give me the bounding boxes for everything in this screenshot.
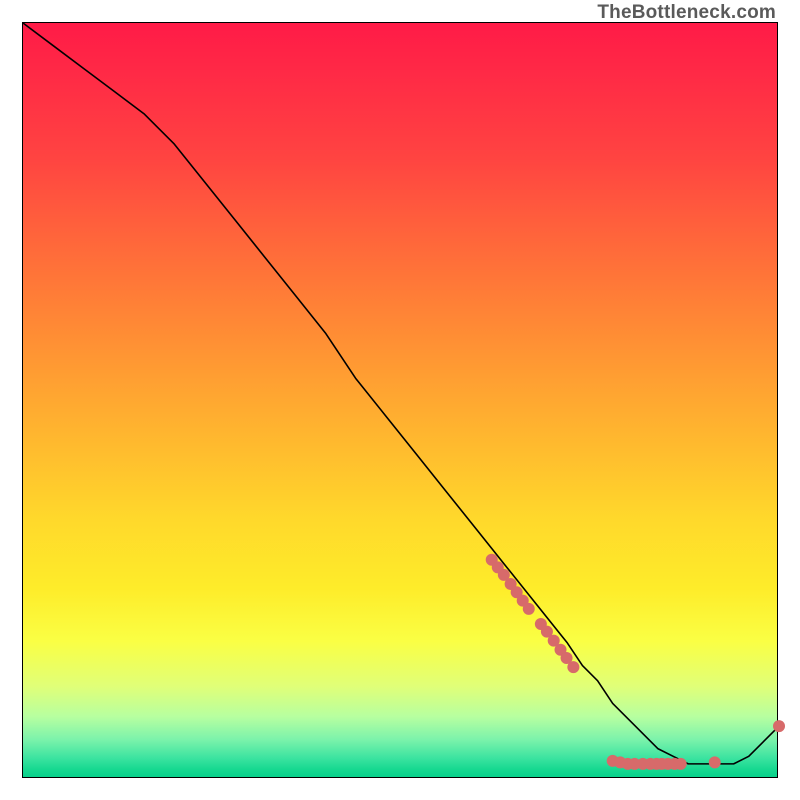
- data-point: [773, 720, 785, 732]
- data-point: [675, 758, 687, 770]
- plot-area: [22, 22, 778, 778]
- data-points: [486, 554, 785, 770]
- chart-container: TheBottleneck.com: [0, 0, 800, 800]
- chart-svg: [23, 23, 779, 779]
- data-point: [567, 661, 579, 673]
- bottleneck-curve: [23, 23, 779, 764]
- data-point: [709, 756, 721, 768]
- attribution-label: TheBottleneck.com: [597, 2, 776, 24]
- data-point: [523, 603, 535, 615]
